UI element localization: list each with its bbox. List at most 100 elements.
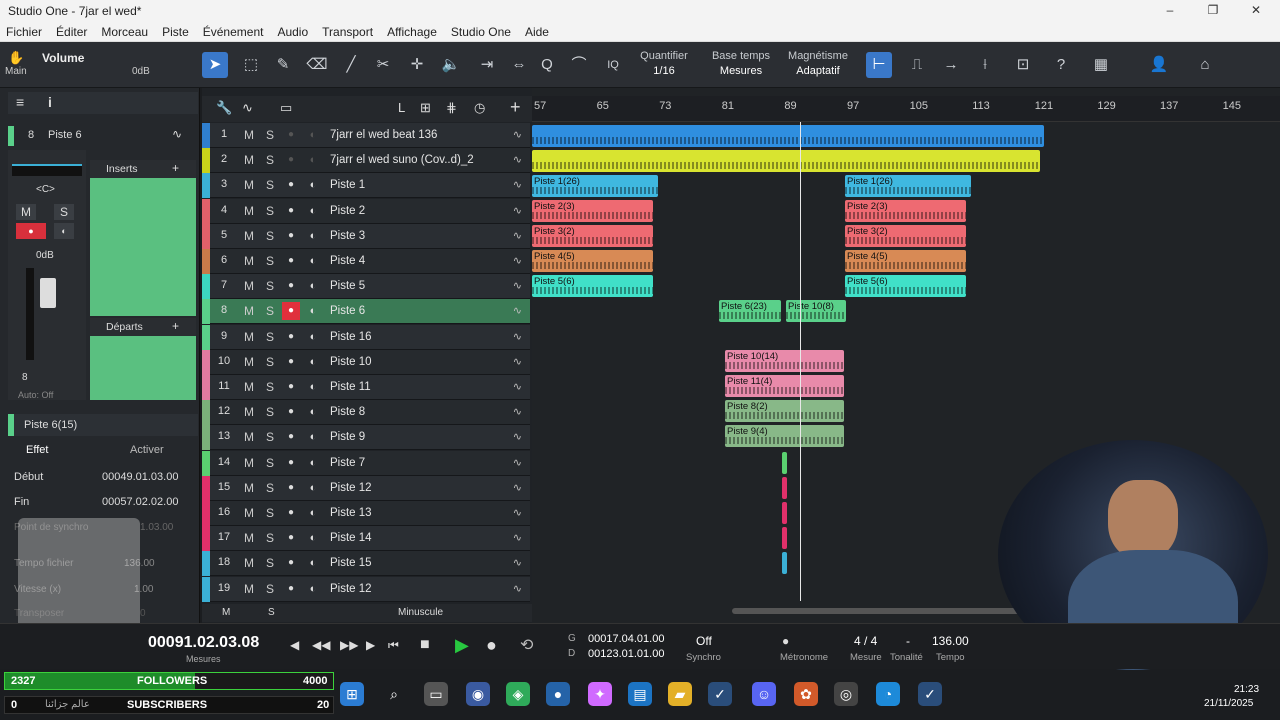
track-mute-button[interactable]: M bbox=[240, 176, 258, 194]
track-mute-button[interactable]: M bbox=[240, 302, 258, 320]
track-record-button[interactable]: ● bbox=[282, 504, 300, 522]
key-value[interactable]: - bbox=[906, 634, 910, 648]
track-name[interactable]: Piste 4 bbox=[330, 255, 365, 267]
add-track-icon[interactable]: + bbox=[510, 97, 521, 118]
track-monitor-button[interactable]: ◐ bbox=[304, 151, 322, 169]
track-solo-button[interactable]: S bbox=[261, 504, 279, 522]
track-solo-button[interactable]: S bbox=[261, 328, 279, 346]
track-mute-button[interactable]: M bbox=[240, 580, 258, 598]
audio-event[interactable] bbox=[782, 477, 787, 499]
track-name[interactable]: 7jarr el wed suno (Cov..d)_2 bbox=[330, 154, 474, 166]
prev-marker-icon[interactable]: ◀ bbox=[290, 638, 299, 652]
track-solo-button[interactable]: S bbox=[261, 252, 279, 270]
audio-event[interactable] bbox=[782, 502, 787, 524]
track-monitor-button[interactable]: ◐ bbox=[304, 328, 322, 346]
track-name[interactable]: Piste 1 bbox=[330, 179, 365, 191]
track-record-button[interactable]: ● bbox=[282, 277, 300, 295]
track-name[interactable]: Piste 8 bbox=[330, 406, 365, 418]
add-insert-icon[interactable]: + bbox=[172, 161, 179, 175]
menu-editer[interactable]: Éditer bbox=[56, 25, 87, 39]
end-value[interactable]: 00057.02.02.00 bbox=[102, 496, 178, 508]
audio-event[interactable]: Piste 3(2) bbox=[845, 225, 966, 247]
volume-fader[interactable] bbox=[40, 278, 56, 308]
transpose-value[interactable]: 0 bbox=[140, 608, 146, 619]
loop-start[interactable]: 00017.04.01.00 bbox=[588, 633, 664, 645]
track-solo-button[interactable]: S bbox=[261, 126, 279, 144]
arrow-tool-icon[interactable]: ➤ bbox=[202, 52, 228, 78]
track-mute-button[interactable]: M bbox=[240, 277, 258, 295]
sync-value[interactable]: Off bbox=[696, 634, 712, 648]
automation-mode[interactable]: Auto: Off bbox=[18, 390, 53, 400]
track-solo-button[interactable]: S bbox=[261, 454, 279, 472]
start-value[interactable]: 00049.01.03.00 bbox=[102, 471, 178, 483]
menu-aide[interactable]: Aide bbox=[525, 25, 549, 39]
track-row[interactable]: 15 M S ● ◐ Piste 12 ∿ bbox=[202, 475, 530, 501]
track-name[interactable]: 7jarr el wed beat 136 bbox=[330, 129, 437, 141]
track-mute-button[interactable]: M bbox=[240, 328, 258, 346]
audio-event[interactable] bbox=[782, 552, 787, 574]
follow-icon[interactable]: → bbox=[938, 52, 964, 78]
timeline-ruler[interactable]: 57 65 73 81 89 97 105 113 121 129 137 145 bbox=[532, 96, 1280, 122]
track-record-button[interactable]: ● bbox=[282, 580, 300, 598]
track-record-button[interactable]: ● bbox=[282, 176, 300, 194]
track-monitor-button[interactable]: ◐ bbox=[304, 479, 322, 497]
home-icon[interactable]: ⌂ bbox=[1192, 52, 1218, 78]
track-row[interactable]: 1 M S ● ◐ 7jarr el wed beat 136 ∿ bbox=[202, 123, 530, 148]
track-monitor-button[interactable]: ◐ bbox=[304, 202, 322, 220]
audio-event[interactable]: Piste 4(5) bbox=[845, 250, 966, 272]
split-icon[interactable]: ⇥ bbox=[474, 52, 500, 78]
track-mute-button[interactable]: M bbox=[240, 454, 258, 472]
audio-event[interactable]: Piste 10(8) bbox=[786, 300, 846, 322]
close-button[interactable]: ✕ bbox=[1246, 3, 1266, 17]
eraser-tool-icon[interactable]: ⌫ bbox=[304, 52, 330, 78]
track-name[interactable]: Piste 11 bbox=[330, 381, 371, 393]
playhead[interactable] bbox=[800, 96, 801, 601]
track-solo-button[interactable]: S bbox=[261, 428, 279, 446]
track-record-button[interactable]: ● bbox=[282, 328, 300, 346]
track-row[interactable]: 10 M S ● ◐ Piste 10 ∿ bbox=[202, 349, 530, 375]
track-mute-button[interactable]: M bbox=[240, 529, 258, 547]
audio-event[interactable] bbox=[532, 125, 1044, 147]
track-monitor-button[interactable]: ◐ bbox=[304, 378, 322, 396]
track-solo-button[interactable]: S bbox=[261, 202, 279, 220]
audio-event[interactable]: Piste 6(23) bbox=[719, 300, 781, 322]
menu-evenement[interactable]: Événement bbox=[203, 25, 264, 39]
menu-studio-one[interactable]: Studio One bbox=[451, 25, 511, 39]
studio-one-icon[interactable]: ✓ bbox=[708, 682, 732, 706]
track-size[interactable]: Minuscule bbox=[398, 607, 443, 618]
track-solo-button[interactable]: S bbox=[261, 580, 279, 598]
forward-icon[interactable]: ▶▶ bbox=[340, 638, 358, 652]
audio-event[interactable]: Piste 5(6) bbox=[845, 275, 966, 297]
track-solo-button[interactable]: S bbox=[261, 353, 279, 371]
loop-end[interactable]: 00123.01.01.00 bbox=[588, 648, 664, 660]
fl-studio-icon[interactable]: ✿ bbox=[794, 682, 818, 706]
sync-point-value[interactable]: 1.03.00 bbox=[140, 522, 173, 533]
track-solo-button[interactable]: S bbox=[261, 479, 279, 497]
track-solo-button[interactable]: S bbox=[261, 403, 279, 421]
android-icon[interactable]: ◈ bbox=[506, 682, 530, 706]
track-row[interactable]: 2 M S ● ◐ 7jarr el wed suno (Cov..d)_2 ∿ bbox=[202, 148, 530, 174]
go-start-icon[interactable]: ⏮ bbox=[388, 638, 399, 653]
menu-morceau[interactable]: Morceau bbox=[101, 25, 148, 39]
track-name[interactable]: Piste 3 bbox=[330, 230, 365, 242]
user-icon[interactable]: 👤 bbox=[1146, 52, 1172, 78]
track-monitor-button[interactable]: ◐ bbox=[304, 504, 322, 522]
audio-event[interactable]: Piste 1(26) bbox=[532, 175, 658, 197]
pin-icon[interactable]: ⎍ bbox=[904, 52, 930, 78]
track-solo-button[interactable]: S bbox=[261, 302, 279, 320]
audio-event[interactable]: Piste 9(4) bbox=[725, 425, 844, 447]
track-name[interactable]: Piste 6 bbox=[330, 305, 365, 317]
audio-event[interactable]: Piste 1(26) bbox=[845, 175, 971, 197]
track-monitor-button[interactable]: ◐ bbox=[304, 176, 322, 194]
track-mute-button[interactable]: M bbox=[240, 202, 258, 220]
track-record-button[interactable]: ● bbox=[282, 479, 300, 497]
track-solo-button[interactable]: S bbox=[261, 554, 279, 572]
windows-start-icon[interactable]: ⊞ bbox=[340, 682, 364, 706]
info-icon[interactable]: i bbox=[48, 94, 52, 110]
track-solo-button[interactable]: S bbox=[261, 151, 279, 169]
play-icon[interactable]: ▶ bbox=[455, 635, 469, 656]
track-row[interactable]: 8 M S ● ◐ Piste 6 ∿ bbox=[202, 299, 530, 325]
track-record-button[interactable]: ● bbox=[282, 302, 300, 321]
track-row[interactable]: 5 M S ● ◐ Piste 3 ∿ bbox=[202, 223, 530, 249]
audio-event[interactable]: Piste 5(6) bbox=[532, 275, 653, 297]
